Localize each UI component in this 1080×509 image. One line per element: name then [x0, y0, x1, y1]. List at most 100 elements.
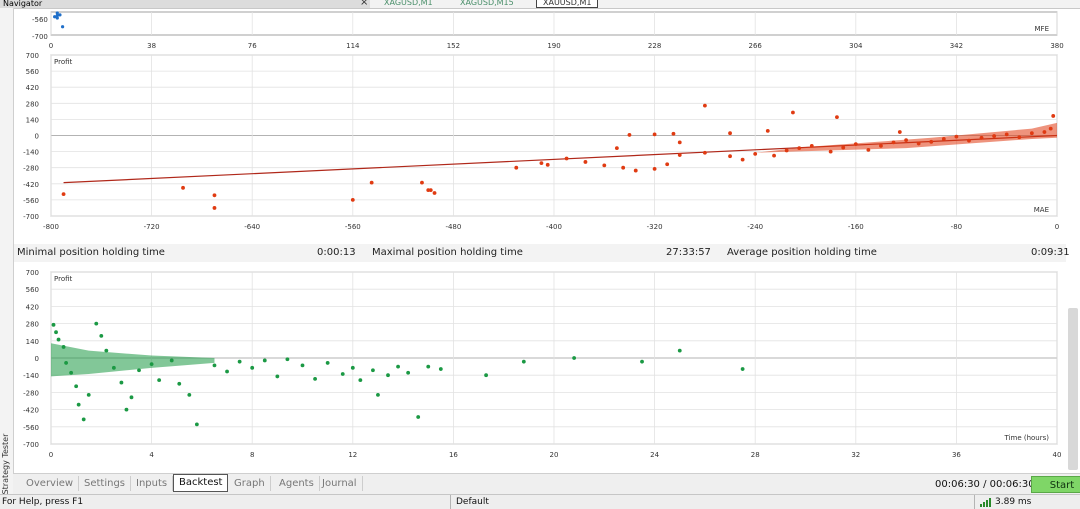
vertical-scrollbar[interactable]	[1068, 308, 1078, 470]
time-point	[212, 363, 217, 368]
mae-x-tick-label: -400	[546, 223, 562, 231]
time-x-axis-label: Time (hours)	[1004, 434, 1050, 442]
time-point	[386, 373, 390, 378]
mfe-x-tick-label: 380	[1050, 42, 1063, 50]
profile-name: Default	[456, 497, 489, 507]
mae-y-tick-label: 280	[26, 100, 39, 108]
mfe-x-tick-label: 38	[147, 42, 156, 50]
mae-point	[897, 130, 902, 134]
time-point	[285, 357, 290, 362]
time-point	[237, 359, 242, 364]
time-point	[300, 363, 305, 368]
mae-point	[432, 191, 437, 195]
mae-point	[212, 206, 217, 210]
mae-y-tick-label: 420	[26, 84, 39, 92]
mae-x-tick-label: -240	[747, 223, 763, 231]
tab-backtest[interactable]: Backtest	[173, 474, 229, 492]
mae-x-tick-label: -160	[848, 223, 864, 231]
time-y-tick-label: -420	[23, 407, 39, 415]
time-point	[51, 322, 56, 327]
start-button[interactable]: Start	[1031, 476, 1080, 493]
mae-point	[614, 146, 619, 151]
mae-point	[791, 110, 795, 115]
tab-overview[interactable]: Overview	[21, 476, 80, 491]
time-point	[99, 333, 104, 338]
time-x-tick-label: 36	[952, 451, 961, 459]
time-point	[484, 373, 488, 378]
time-point	[124, 407, 129, 412]
time-point	[640, 359, 644, 364]
mae-x-tick-label: -320	[647, 223, 663, 231]
time-point	[187, 392, 192, 397]
mae-point	[703, 103, 707, 108]
ping-value: 3.89 ms	[995, 497, 1032, 507]
tab-graph[interactable]: Graph	[229, 476, 271, 491]
tab-agents[interactable]: Agents	[274, 476, 320, 491]
time-point	[177, 381, 182, 386]
mfe-point	[55, 11, 59, 15]
time-point	[54, 330, 58, 335]
time-y-tick-label: 420	[26, 303, 39, 311]
time-x-tick-label: 20	[550, 451, 559, 459]
mfe-x-tick-label: 304	[849, 42, 863, 50]
mae-y-tick-label: 0	[35, 133, 39, 141]
tab-inputs[interactable]: Inputs	[131, 476, 174, 491]
status-divider	[450, 495, 451, 509]
mfe-point	[60, 25, 65, 29]
mae-point	[420, 180, 424, 185]
mfe-axis-label: MFE	[1035, 25, 1050, 33]
mae-x-tick-label: -560	[345, 223, 361, 231]
time-point	[740, 367, 745, 371]
mae-y-tick-label: -700	[23, 213, 39, 221]
mae-point	[350, 198, 355, 202]
mae-x-tick-label: -720	[144, 223, 160, 231]
time-point	[340, 372, 345, 376]
time-point	[416, 415, 421, 419]
tab-journal[interactable]: Journal	[317, 476, 363, 491]
time-point	[56, 337, 61, 342]
mae-y-tick-label: 140	[26, 116, 39, 124]
time-x-tick-label: 24	[650, 451, 659, 459]
time-y-tick-label: 280	[26, 321, 39, 329]
time-point	[194, 422, 199, 427]
mae-point	[181, 185, 185, 190]
time-point	[572, 356, 577, 360]
time-y-tick-label: -140	[23, 372, 39, 380]
mae-point	[621, 165, 626, 170]
mfe-y-tick-label: -560	[32, 16, 48, 24]
mae-x-tick-label: -800	[43, 223, 59, 231]
mfe-x-tick-label: 114	[346, 42, 360, 50]
mae-point	[835, 115, 839, 119]
mfe-x-tick-label: 76	[248, 42, 257, 50]
elapsed-timer: 00:06:30 / 00:06:30	[935, 479, 1035, 490]
avg-holding-label: Average position holding time	[727, 247, 877, 258]
time-point	[81, 417, 86, 422]
time-point	[76, 402, 81, 407]
mae-point	[627, 133, 632, 137]
mae-y-tick-label: -560	[23, 197, 39, 205]
time-y-tick-label: 140	[26, 338, 39, 346]
help-text: For Help, press F1	[2, 497, 84, 507]
mae-point	[602, 163, 607, 168]
time-x-tick-label: 12	[348, 451, 357, 459]
status-bar: For Help, press F1 Default 3.89 ms	[0, 494, 1080, 509]
time-point	[325, 361, 330, 365]
time-y-tick-label: -700	[23, 441, 39, 449]
time-point	[275, 374, 280, 379]
time-point	[157, 378, 162, 383]
mae-point	[514, 165, 519, 170]
tab-settings[interactable]: Settings	[79, 476, 132, 491]
mae-point	[677, 140, 682, 145]
mae-y-axis-label: Profit	[54, 58, 73, 66]
mfe-point	[55, 16, 59, 20]
time-point	[262, 358, 267, 363]
mae-point	[728, 131, 732, 136]
mae-point	[61, 192, 66, 197]
mae-point	[583, 160, 588, 164]
mae-point	[703, 150, 707, 155]
time-point	[350, 365, 355, 370]
mfe-y-tick-label: -700	[32, 33, 48, 41]
mae-point	[753, 152, 758, 156]
time-point	[426, 364, 431, 369]
mae-point	[545, 162, 550, 167]
